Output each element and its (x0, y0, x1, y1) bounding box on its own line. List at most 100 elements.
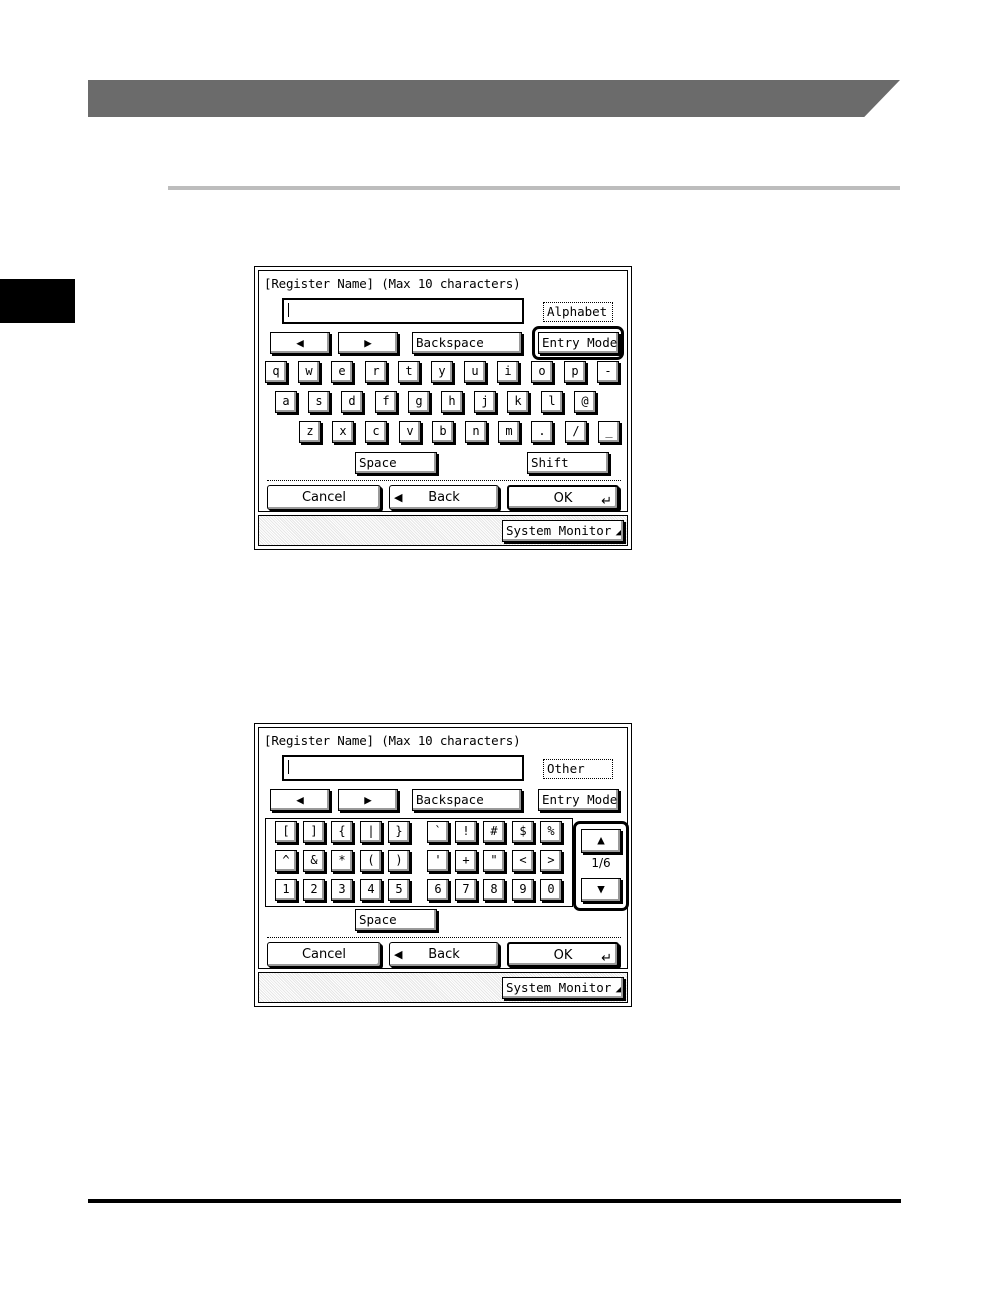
keyboard-key[interactable]: x (332, 421, 354, 443)
cursor-right-button[interactable]: ▶ (338, 789, 398, 811)
keyboard-key[interactable]: h (441, 391, 463, 413)
keyboard-key[interactable]: 3 (331, 879, 353, 901)
name-input[interactable] (282, 755, 524, 781)
keyboard-key[interactable]: t (398, 361, 420, 383)
keyboard-key[interactable]: # (483, 821, 505, 843)
enter-icon: ↵ (601, 494, 612, 509)
keyboard-key[interactable]: ) (388, 850, 410, 872)
system-monitor-button[interactable]: System Monitor ◢ (502, 520, 624, 542)
screen-title: [Register Name] (Max 10 characters) (264, 733, 521, 748)
keyboard-key[interactable]: m (498, 421, 520, 443)
keyboard-key[interactable]: r (365, 361, 387, 383)
keyboard-key[interactable]: p (564, 361, 586, 383)
cursor-left-button[interactable]: ◀ (270, 332, 330, 354)
back-button[interactable]: ◀ Back (389, 942, 499, 967)
cancel-button[interactable]: Cancel (267, 942, 381, 967)
footer-rule (88, 1199, 901, 1203)
keyboard-key[interactable]: $ (512, 821, 534, 843)
keyboard-key[interactable]: f (375, 391, 397, 413)
page-up-button[interactable]: ▲ (581, 829, 621, 853)
keyboard-key[interactable]: j (474, 391, 496, 413)
keyboard-key[interactable]: + (455, 850, 477, 872)
down-arrow-icon: ▼ (597, 881, 605, 896)
keyboard-key[interactable]: l (541, 391, 563, 413)
system-monitor-button[interactable]: System Monitor ◢ (502, 977, 624, 999)
cancel-button[interactable]: Cancel (267, 485, 381, 510)
keyboard-key[interactable]: 6 (427, 879, 449, 901)
system-monitor-label: System Monitor (506, 523, 612, 538)
keyboard-key[interactable]: > (540, 850, 562, 872)
keyboard-key[interactable]: % (540, 821, 562, 843)
backspace-button[interactable]: Backspace (412, 789, 522, 811)
keyboard-key[interactable]: ^ (275, 850, 297, 872)
text-cursor (288, 760, 289, 774)
keyboard-key[interactable]: y (431, 361, 453, 383)
keyboard-key[interactable]: ( (360, 850, 382, 872)
keyboard-key[interactable]: [ (275, 821, 297, 843)
keyboard-key[interactable]: { (331, 821, 353, 843)
keyboard-key[interactable]: 9 (512, 879, 534, 901)
space-button[interactable]: Space (355, 452, 437, 474)
name-input[interactable] (282, 298, 524, 324)
keyboard-key[interactable]: z (299, 421, 321, 443)
back-button[interactable]: ◀ Back (389, 485, 499, 510)
keyboard-key[interactable]: 5 (388, 879, 410, 901)
keyboard-key[interactable]: 7 (455, 879, 477, 901)
keyboard-key[interactable]: k (507, 391, 529, 413)
keyboard-key[interactable]: s (308, 391, 330, 413)
keyboard-key[interactable]: | (360, 821, 382, 843)
keyboard-key[interactable]: 2 (303, 879, 325, 901)
keyboard-key[interactable]: d (341, 391, 363, 413)
keyboard-key[interactable]: _ (598, 421, 620, 443)
entry-mode-button[interactable]: Entry Mode (538, 789, 619, 811)
keyboard-key[interactable]: e (331, 361, 353, 383)
keyboard-key[interactable]: " (483, 850, 505, 872)
keyboard-key[interactable]: w (298, 361, 320, 383)
keyboard-key[interactable]: ` (427, 821, 449, 843)
right-arrow-icon: ▶ (364, 335, 372, 350)
corner-arrow-icon: ◢ (615, 528, 621, 538)
keyboard-key[interactable]: - (597, 361, 619, 383)
right-arrow-icon: ▶ (364, 792, 372, 807)
screen-alphabet: [Register Name] (Max 10 characters) Alph… (254, 266, 632, 550)
status-bar: System Monitor ◢ (258, 515, 628, 546)
keyboard-key[interactable]: 4 (360, 879, 382, 901)
mode-label: Other (543, 759, 613, 779)
keyboard-key[interactable]: b (432, 421, 454, 443)
entry-mode-button[interactable]: Entry Mode (538, 332, 619, 354)
keyboard-key[interactable]: n (465, 421, 487, 443)
cursor-left-button[interactable]: ◀ (270, 789, 330, 811)
space-button[interactable]: Space (355, 909, 437, 931)
keyboard-key[interactable]: u (464, 361, 486, 383)
keyboard-key[interactable]: < (512, 850, 534, 872)
keyboard-key[interactable]: . (531, 421, 553, 443)
keyboard-key[interactable]: & (303, 850, 325, 872)
mode-label: Alphabet (543, 302, 613, 322)
cursor-right-button[interactable]: ▶ (338, 332, 398, 354)
keyboard-key[interactable]: ] (303, 821, 325, 843)
keyboard-key[interactable]: 8 (483, 879, 505, 901)
keyboard-key[interactable]: * (331, 850, 353, 872)
keyboard-key[interactable]: v (399, 421, 421, 443)
keyboard-key[interactable]: 0 (540, 879, 562, 901)
keyboard-key[interactable]: ' (427, 850, 449, 872)
backspace-button[interactable]: Backspace (412, 332, 522, 354)
text-cursor (288, 303, 289, 317)
keyboard-key[interactable]: g (408, 391, 430, 413)
shift-button[interactable]: Shift (527, 452, 609, 474)
keyboard-key[interactable]: a (275, 391, 297, 413)
keyboard-key[interactable]: q (265, 361, 287, 383)
screen-other: [Register Name] (Max 10 characters) Othe… (254, 723, 632, 1007)
keyboard-key[interactable]: } (388, 821, 410, 843)
ok-button[interactable]: OK ↵ (507, 485, 619, 510)
keyboard-key[interactable]: c (365, 421, 387, 443)
page-down-button[interactable]: ▼ (581, 878, 621, 902)
section-header-bar (88, 80, 900, 117)
keyboard-key[interactable]: o (531, 361, 553, 383)
keyboard-key[interactable]: i (497, 361, 519, 383)
keyboard-key[interactable]: @ (574, 391, 596, 413)
keyboard-key[interactable]: / (565, 421, 587, 443)
ok-button[interactable]: OK ↵ (507, 942, 619, 967)
keyboard-key[interactable]: 1 (275, 879, 297, 901)
keyboard-key[interactable]: ! (455, 821, 477, 843)
